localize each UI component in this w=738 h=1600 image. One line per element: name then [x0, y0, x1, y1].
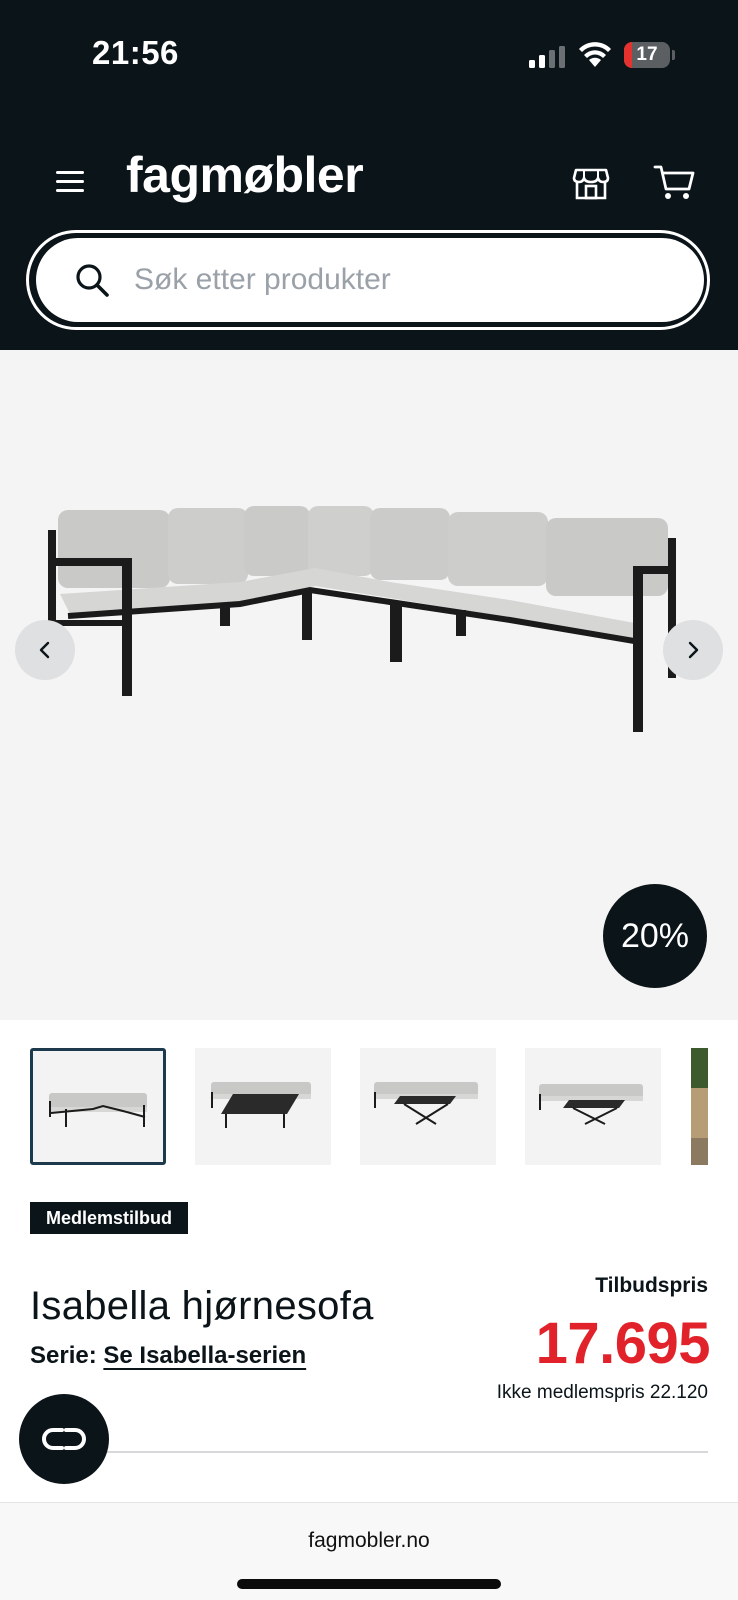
search-input[interactable]	[134, 252, 674, 308]
member-offer-badge: Medlemstilbud	[30, 1202, 189, 1234]
app-header: 21:56 17 fagmøbler	[0, 0, 738, 350]
cart-icon[interactable]	[653, 162, 695, 202]
battery-level: 17	[636, 44, 658, 65]
thumbnail-image	[211, 1082, 311, 1128]
product-title: Isabella hjørnesofa	[30, 1284, 374, 1328]
menu-icon[interactable]	[52, 166, 90, 198]
home-indicator	[237, 1579, 501, 1589]
browser-url-bar[interactable]: fagmobler.no	[0, 1502, 738, 1600]
status-time: 21:56	[92, 34, 179, 71]
url-text[interactable]: fagmobler.no	[0, 1529, 738, 1553]
series-label: Serie:	[30, 1342, 97, 1369]
chat-icon	[42, 1428, 86, 1450]
thumbnail-image	[539, 1084, 643, 1125]
thumbnail-2[interactable]	[195, 1048, 331, 1165]
thumbnail-3[interactable]	[360, 1048, 496, 1165]
divider	[30, 1451, 708, 1453]
price-label: Tilbudspris	[595, 1274, 708, 1297]
previous-image-button[interactable]	[15, 620, 75, 680]
discount-badge: 20%	[603, 884, 707, 988]
search-icon[interactable]	[74, 262, 110, 298]
product-image-gallery[interactable]: 20%	[0, 350, 738, 1020]
non-member-price: Ikke medlemspris 22.120	[496, 1382, 708, 1403]
signal-icon	[529, 46, 565, 68]
thumbnail-4[interactable]	[525, 1048, 661, 1165]
store-icon[interactable]	[571, 162, 611, 202]
wifi-icon	[579, 42, 611, 67]
thumbnail-image	[374, 1082, 478, 1125]
battery-icon: 17	[624, 42, 675, 68]
product-series: Serie: Se Isabella-serien	[30, 1342, 306, 1370]
series-link[interactable]: Se Isabella-serien	[103, 1342, 306, 1369]
chevron-left-icon	[39, 641, 50, 659]
thumbnail-5[interactable]	[691, 1048, 708, 1165]
chat-button[interactable]	[19, 1394, 109, 1484]
thumbnail-1[interactable]	[30, 1048, 166, 1165]
product-price: 17.695	[535, 1311, 711, 1376]
next-image-button[interactable]	[663, 620, 723, 680]
logo[interactable]: fagmøbler	[126, 146, 364, 204]
product-image	[48, 506, 676, 732]
thumbnail-image	[49, 1093, 147, 1127]
chevron-right-icon	[688, 641, 699, 659]
